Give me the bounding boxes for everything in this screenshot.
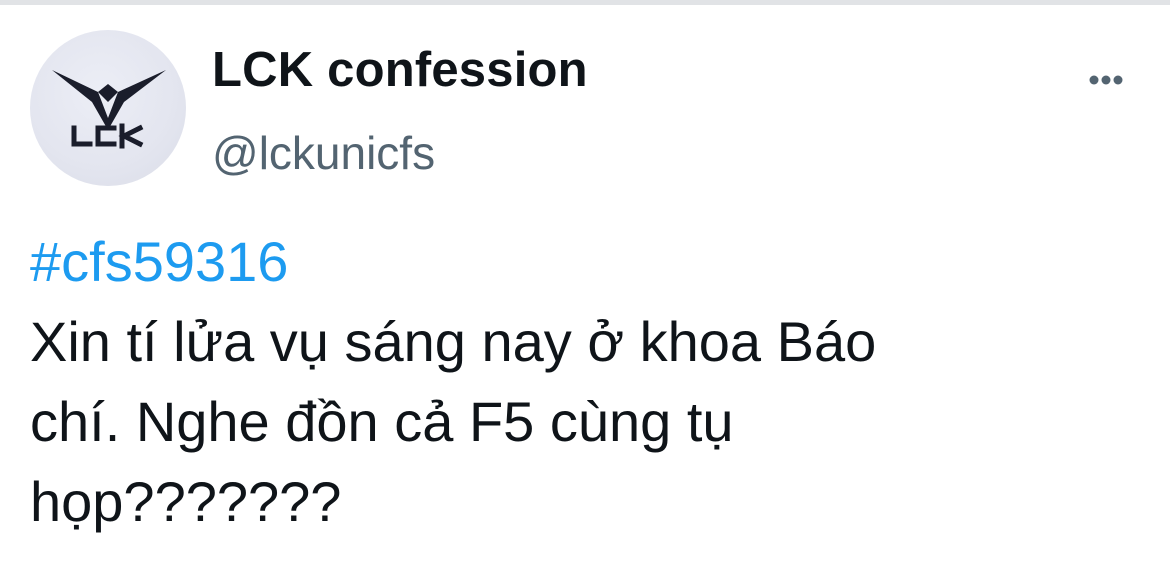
- top-divider: [0, 0, 1170, 5]
- more-options-icon: [1089, 75, 1123, 85]
- author-display-name[interactable]: LCK confession: [212, 42, 588, 98]
- hashtag-link[interactable]: #cfs59316: [30, 222, 1140, 302]
- eagle-logo-icon: [52, 70, 166, 149]
- avatar[interactable]: [30, 30, 186, 186]
- tweet-text-line: họp???????: [30, 470, 342, 533]
- author-handle[interactable]: @lckunicfs: [212, 126, 435, 180]
- tweet-text: #cfs59316 Xin tí lửa vụ sáng nay ở khoa …: [30, 222, 1140, 542]
- tweet-text-line: chí. Nghe đồn cả F5 cùng tụ: [30, 390, 734, 453]
- tweet-text-line: Xin tí lửa vụ sáng nay ở khoa Báo: [30, 310, 877, 373]
- more-options-button[interactable]: [1082, 62, 1138, 98]
